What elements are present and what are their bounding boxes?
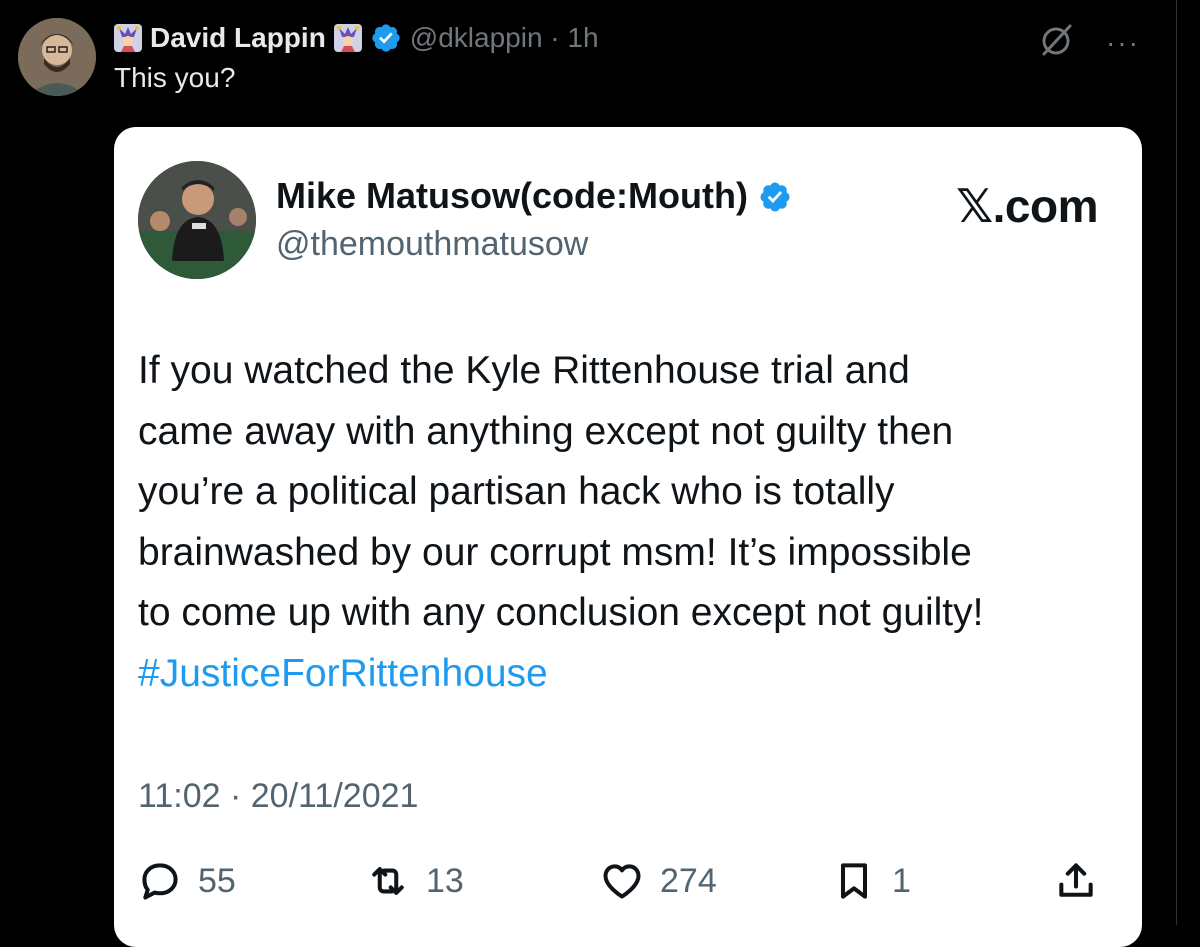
quoted-avatar[interactable] xyxy=(138,161,256,279)
hashtag-link[interactable]: #JusticeForRittenhouse xyxy=(138,644,1128,705)
author-name[interactable]: David Lappin xyxy=(150,22,326,54)
reply-count: 55 xyxy=(198,861,236,900)
x-brand-logo: 𝕏.com xyxy=(956,180,1098,232)
bookmark-count: 1 xyxy=(892,861,911,900)
tweet-header: David Lappin @dklappin · 1h xyxy=(114,18,599,58)
quoted-header: Mike Matusow(code:Mouth) xyxy=(276,175,790,217)
share-action[interactable] xyxy=(1054,859,1098,903)
reply-action[interactable]: 55 xyxy=(138,859,236,903)
share-icon xyxy=(1059,863,1093,897)
tweet-top-actions: ··· xyxy=(1036,20,1140,65)
more-options-icon[interactable]: ··· xyxy=(1106,28,1140,57)
repost-action[interactable]: 13 xyxy=(366,859,464,903)
bookmark-icon xyxy=(840,863,868,899)
quoted-tweet-card[interactable]: Mike Matusow(code:Mouth) @themouthmatuso… xyxy=(114,127,1142,947)
bookmark-action[interactable]: 1 xyxy=(832,859,911,903)
like-action[interactable]: 274 xyxy=(600,859,717,903)
quoted-tweet-text: If you watched the Kyle Rittenhouse tria… xyxy=(138,341,1128,704)
like-count: 274 xyxy=(660,861,717,900)
quoted-timestamp: 11:02 · 20/11/2021 xyxy=(138,777,419,815)
repost-count: 13 xyxy=(426,861,464,900)
reply-icon xyxy=(142,863,178,900)
jester-emoji-icon xyxy=(333,24,362,52)
avatar[interactable] xyxy=(18,18,96,96)
verified-badge-icon xyxy=(370,22,402,54)
heart-icon xyxy=(603,864,641,899)
jester-emoji-icon xyxy=(114,24,142,52)
text-line: came away with anything except not guilt… xyxy=(138,409,954,453)
quoted-action-bar: 55 13 274 1 xyxy=(138,859,1118,919)
verified-badge-icon xyxy=(758,180,790,212)
text-line: brainwashed by our corrupt msm! It’s imp… xyxy=(138,530,972,574)
text-line: If you watched the Kyle Rittenhouse tria… xyxy=(138,349,910,392)
author-handle-time[interactable]: @dklappin · 1h xyxy=(410,22,599,54)
text-line: you’re a political partisan hack who is … xyxy=(138,470,895,513)
quoted-author-handle[interactable]: @themouthmatusow xyxy=(276,225,588,264)
tweet-text: This you? xyxy=(114,62,236,93)
repost-icon xyxy=(372,867,404,895)
grok-icon[interactable] xyxy=(1036,20,1076,65)
quoted-author-name[interactable]: Mike Matusow(code:Mouth) xyxy=(276,175,748,217)
text-line: to come up with any conclusion except no… xyxy=(138,591,984,634)
column-divider xyxy=(1176,0,1177,925)
